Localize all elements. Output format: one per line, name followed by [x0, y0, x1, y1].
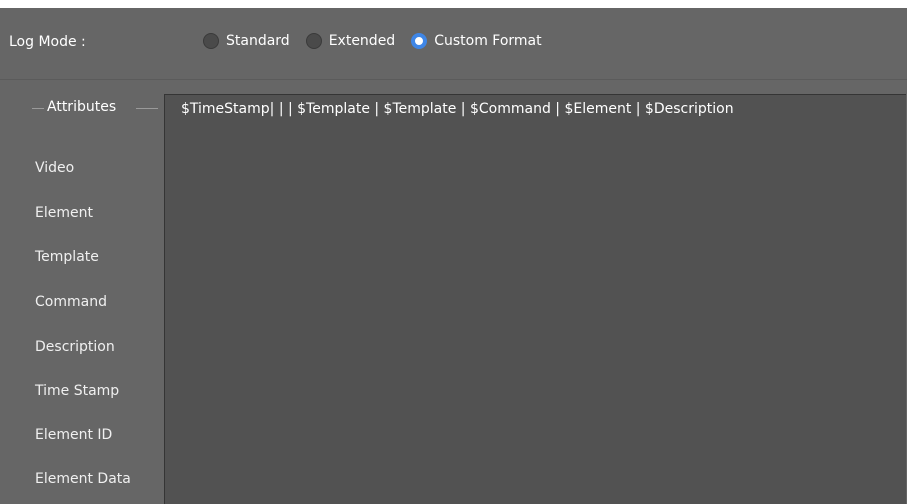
radio-custom-format-indicator[interactable] [411, 33, 428, 49]
attribute-element[interactable]: Element [35, 205, 93, 221]
top-border [0, 0, 907, 8]
radio-extended-label[interactable]: Extended [329, 33, 396, 49]
attributes-header: Attributes [0, 98, 163, 118]
attributes-sidebar: Attributes Video Element Template Comman… [0, 90, 163, 504]
attribute-video[interactable]: Video [35, 160, 74, 176]
attributes-header-line-left [32, 108, 44, 109]
log-mode-label: Log Mode : [9, 34, 86, 50]
radio-standard-label[interactable]: Standard [226, 33, 290, 49]
radio-extended[interactable]: Extended [305, 33, 396, 49]
attributes-header-line-right [136, 108, 158, 109]
attribute-template[interactable]: Template [35, 249, 99, 265]
attribute-time-stamp[interactable]: Time Stamp [35, 383, 119, 399]
radio-extended-indicator[interactable] [305, 33, 322, 49]
radio-custom-format[interactable]: Custom Format [411, 33, 542, 49]
attribute-element-data[interactable]: Element Data [35, 471, 131, 487]
attribute-element-id[interactable]: Element ID [35, 427, 112, 443]
attributes-title: Attributes [47, 99, 117, 115]
radio-custom-format-label[interactable]: Custom Format [434, 33, 541, 49]
custom-format-textarea[interactable]: $TimeStamp| | | $Template | $Template | … [164, 94, 906, 504]
attribute-description[interactable]: Description [35, 339, 115, 355]
attribute-command[interactable]: Command [35, 294, 107, 310]
log-mode-radio-group: Standard Extended Custom Format [203, 33, 558, 49]
radio-standard-indicator[interactable] [203, 33, 219, 49]
separator-line [0, 79, 907, 80]
radio-standard[interactable]: Standard [203, 33, 290, 49]
